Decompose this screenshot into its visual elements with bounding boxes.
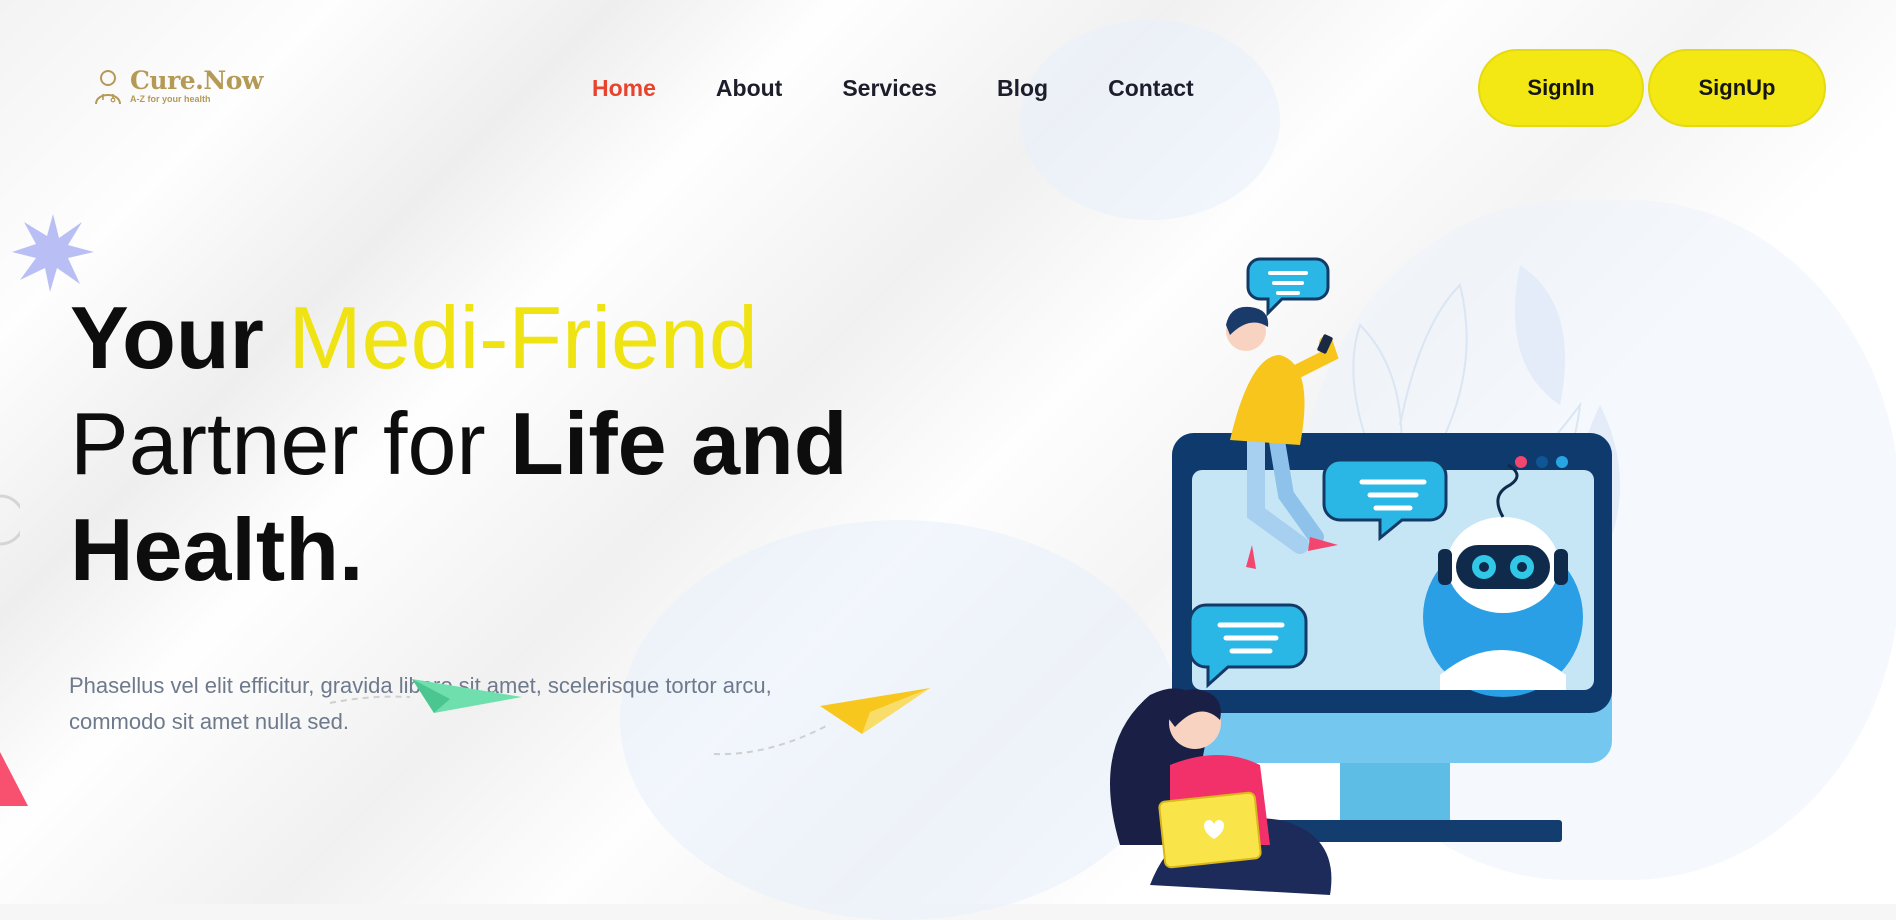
hero-title-health: Health. (70, 500, 364, 599)
doctor-icon (95, 70, 121, 105)
hero-title-life: Life and (510, 394, 848, 493)
chatbot-illustration (1110, 257, 1620, 895)
hero-title-your: Your (70, 288, 289, 387)
paper-plane-green (330, 679, 522, 713)
triangle-decoration (0, 752, 28, 806)
paper-plane-yellow (713, 688, 930, 756)
nav-contact[interactable]: Contact (1108, 75, 1194, 102)
starburst-decoration (12, 214, 94, 292)
nav-home[interactable]: Home (592, 75, 656, 102)
hero-title-partner: Partner for (70, 394, 511, 493)
nav-blog[interactable]: Blog (997, 75, 1048, 102)
signup-button[interactable]: SignUp (1648, 49, 1826, 127)
main-nav: Home About Services Blog Contact (592, 75, 1194, 102)
nav-services[interactable]: Services (842, 75, 937, 102)
nav-about[interactable]: About (716, 75, 782, 102)
signin-button[interactable]: SignIn (1478, 49, 1644, 127)
circle-decoration (0, 494, 20, 546)
brand-name: Cure.Now (130, 66, 263, 95)
brand-logo[interactable]: Cure.Now A-Z for your health (92, 66, 263, 106)
background-blob (1020, 20, 1280, 220)
brand-tagline: A-Z for your health (130, 94, 211, 104)
hero-title: Your Medi-Friend Partner for Life and He… (70, 285, 848, 603)
auth-buttons: SignIn SignUp (1478, 49, 1826, 127)
hero-title-highlight: Medi-Friend (288, 288, 758, 387)
